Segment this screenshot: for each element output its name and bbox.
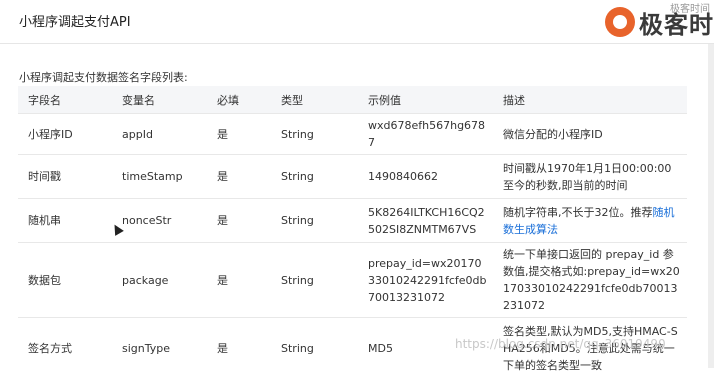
column-header-description: 描述: [493, 86, 687, 114]
cell-type: String: [271, 317, 358, 380]
url-watermark: https://blog.csdn.net/qq_36019490: [455, 337, 666, 351]
table-row: 随机串 nonceStr 是 String 5K8264ILTKCH16CQ25…: [18, 198, 687, 243]
cell-example: wxd678efh567hg6787: [358, 113, 493, 155]
cell-var: timeStamp: [112, 154, 207, 199]
page-title: 小程序调起支付API: [19, 15, 131, 30]
cell-required: 是: [207, 198, 271, 243]
column-header-field-name: 字段名: [18, 86, 112, 114]
column-header-variable: 变量名: [112, 86, 207, 114]
cell-var: nonceStr: [112, 198, 207, 243]
top-bar: 小程序调起支付API 极客时 极客时间: [0, 0, 714, 44]
column-header-required: 必填: [207, 86, 271, 114]
cell-name: 数据包: [18, 242, 112, 318]
table-row: 时间戳 timeStamp 是 String 1490840662 时间戳从19…: [18, 154, 687, 199]
geektime-logo-subtext: 极客时间: [670, 4, 710, 15]
geektime-logo-icon: [605, 7, 635, 37]
column-header-type: 类型: [271, 86, 358, 114]
cell-type: String: [271, 113, 358, 155]
cell-required: 是: [207, 317, 271, 380]
cell-var: signType: [112, 317, 207, 380]
cell-example: 5K8264ILTKCH16CQ2502SI8ZNMTM67VS: [358, 198, 493, 243]
cell-type: String: [271, 242, 358, 318]
cell-required: 是: [207, 154, 271, 199]
table-row: 数据包 package 是 String prepay_id=wx2017033…: [18, 242, 687, 318]
cell-desc: 统一下单接口返回的 prepay_id 参数值,提交格式如:prepay_id=…: [493, 242, 687, 318]
cell-name: 签名方式: [18, 317, 112, 380]
column-header-example: 示例值: [358, 86, 493, 114]
cell-desc: 微信分配的小程序ID: [493, 113, 687, 155]
cell-example: prepay_id=wx2017033010242291fcfe0db70013…: [358, 242, 493, 318]
cell-required: 是: [207, 113, 271, 155]
cell-name: 小程序ID: [18, 113, 112, 155]
geektime-watermark: 极客时 极客时间: [605, 0, 714, 44]
cell-type: String: [271, 154, 358, 199]
cell-required: 是: [207, 242, 271, 318]
cell-desc: 时间戳从1970年1月1日00:00:00至今的秒数,即当前的时间: [493, 154, 687, 199]
cell-desc: 随机字符串,不长于32位。推荐随机数生成算法: [493, 198, 687, 243]
table-row: 小程序ID appId 是 String wxd678efh567hg6787 …: [18, 113, 687, 155]
table-header-row: 字段名 变量名 必填 类型 示例值 描述: [18, 86, 687, 114]
cell-type: String: [271, 198, 358, 243]
cell-var: appId: [112, 113, 207, 155]
cell-var: package: [112, 242, 207, 318]
cell-name: 随机串: [18, 198, 112, 243]
right-edge-shadow: [708, 44, 714, 368]
desc-text: 随机字符串,不长于32位。推荐: [503, 205, 653, 219]
cell-name: 时间戳: [18, 154, 112, 199]
section-label: 小程序调起支付数据签名字段列表:: [19, 71, 188, 84]
cell-example: 1490840662: [358, 154, 493, 199]
